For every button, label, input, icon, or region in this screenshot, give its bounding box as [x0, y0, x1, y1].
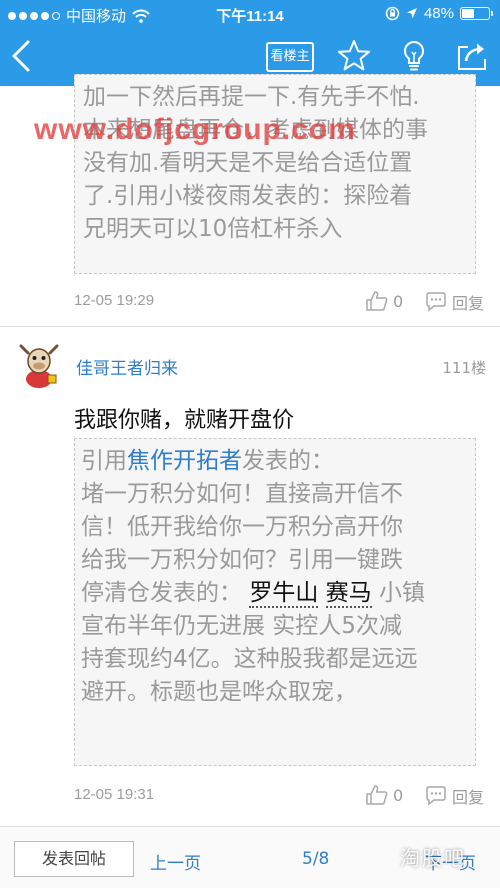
- comment-icon: [426, 786, 446, 806]
- lock-rotation-icon: [385, 6, 400, 21]
- quote-line: 给我一万积分如何？引用一键跌: [81, 547, 403, 573]
- quote-line: 兄明天可以10倍杠杆杀入: [83, 216, 343, 242]
- quote-text-prev: 加一下然后再提一下.有先手不怕. 本来想尾盘再仓，考虑到媒体的事 没有加.看明天…: [75, 75, 475, 246]
- like-icon: [366, 785, 388, 805]
- page-indicator[interactable]: 5/8: [302, 849, 329, 869]
- star-icon[interactable]: [336, 38, 372, 74]
- post-date: 12-05 19:29: [74, 292, 155, 309]
- reply-label: 回复: [452, 788, 485, 807]
- status-bar: 中国移动 下午11:14 48%: [0, 0, 500, 28]
- quote-line: 宣布半年仍无进展 实控人5次减: [81, 613, 402, 639]
- post-divider: [0, 326, 500, 327]
- reply-button[interactable]: 回复: [424, 290, 484, 314]
- quoted-author-link[interactable]: 焦作开拓者: [127, 448, 242, 474]
- corner-watermark: 淘股吧: [400, 846, 466, 870]
- reply-label: 回复: [452, 294, 485, 313]
- quote-line: 停清仓发表的： 罗牛山 赛马 小镇: [81, 577, 467, 610]
- quote-line: 避开。标题也是哗众取宠，: [81, 679, 357, 705]
- battery-icon: [460, 7, 493, 20]
- battery-percent: 48%: [423, 5, 454, 22]
- username[interactable]: 佳哥王者归来: [76, 354, 178, 379]
- like-button[interactable]: 0: [365, 290, 403, 312]
- quote-suffix: 发表的：: [242, 448, 334, 474]
- quote-line: 没有加.看明天是不是给合适位置: [83, 150, 413, 176]
- status-right: 48%: [385, 5, 493, 22]
- back-icon[interactable]: [4, 36, 44, 76]
- quote-line: 堵一万积分如何！直接高开信不: [81, 481, 403, 507]
- post-date: 12-05 19:31: [74, 786, 155, 803]
- quote-text-segment: 小镇: [378, 580, 425, 606]
- quote-prefix: 引用: [81, 448, 127, 474]
- like-icon: [366, 291, 388, 311]
- quote-text-segment: 停清仓发表的：: [81, 580, 242, 606]
- like-button[interactable]: 0: [365, 784, 403, 806]
- quote-line: 加一下然后再提一下.有先手不怕.: [83, 84, 420, 110]
- quote-text: 引用焦作开拓者发表的： 堵一万积分如何！直接高开信不 信！低开我给你一万积分高开…: [75, 439, 475, 709]
- stock-link[interactable]: 赛马: [325, 580, 372, 608]
- quote-line: 信！低开我给你一万积分高开你: [81, 514, 403, 540]
- like-count: 0: [393, 291, 404, 311]
- post-reply-button[interactable]: 发表回帖: [14, 841, 134, 877]
- view-op-button[interactable]: 看楼主: [266, 42, 314, 72]
- stock-link[interactable]: 罗牛山: [249, 580, 319, 608]
- lightbulb-icon[interactable]: [396, 38, 432, 74]
- prev-page-button[interactable]: 上一页: [150, 849, 201, 874]
- reply-button[interactable]: 回复: [424, 784, 484, 808]
- site-watermark: www.dofjcgroup.com: [34, 113, 356, 146]
- location-icon: [406, 8, 417, 19]
- quote-block: 引用焦作开拓者发表的： 堵一万积分如何！直接高开信不 信！低开我给你一万积分高开…: [74, 438, 476, 766]
- avatar[interactable]: [18, 343, 60, 389]
- floor-number: 111楼: [442, 359, 486, 377]
- quote-line: 引用焦作开拓者发表的：: [81, 445, 467, 478]
- quote-line: 持套现约4亿。这种股我都是远远: [81, 646, 418, 672]
- quote-block-prev: 加一下然后再提一下.有先手不怕. 本来想尾盘再仓，考虑到媒体的事 没有加.看明天…: [74, 74, 476, 274]
- comment-icon: [426, 292, 446, 312]
- quote-line: 了.引用小楼夜雨发表的：探险着: [83, 183, 413, 209]
- like-count: 0: [393, 785, 404, 805]
- share-icon[interactable]: [454, 38, 490, 74]
- post-content: 我跟你赌，就赌开盘价: [74, 408, 295, 433]
